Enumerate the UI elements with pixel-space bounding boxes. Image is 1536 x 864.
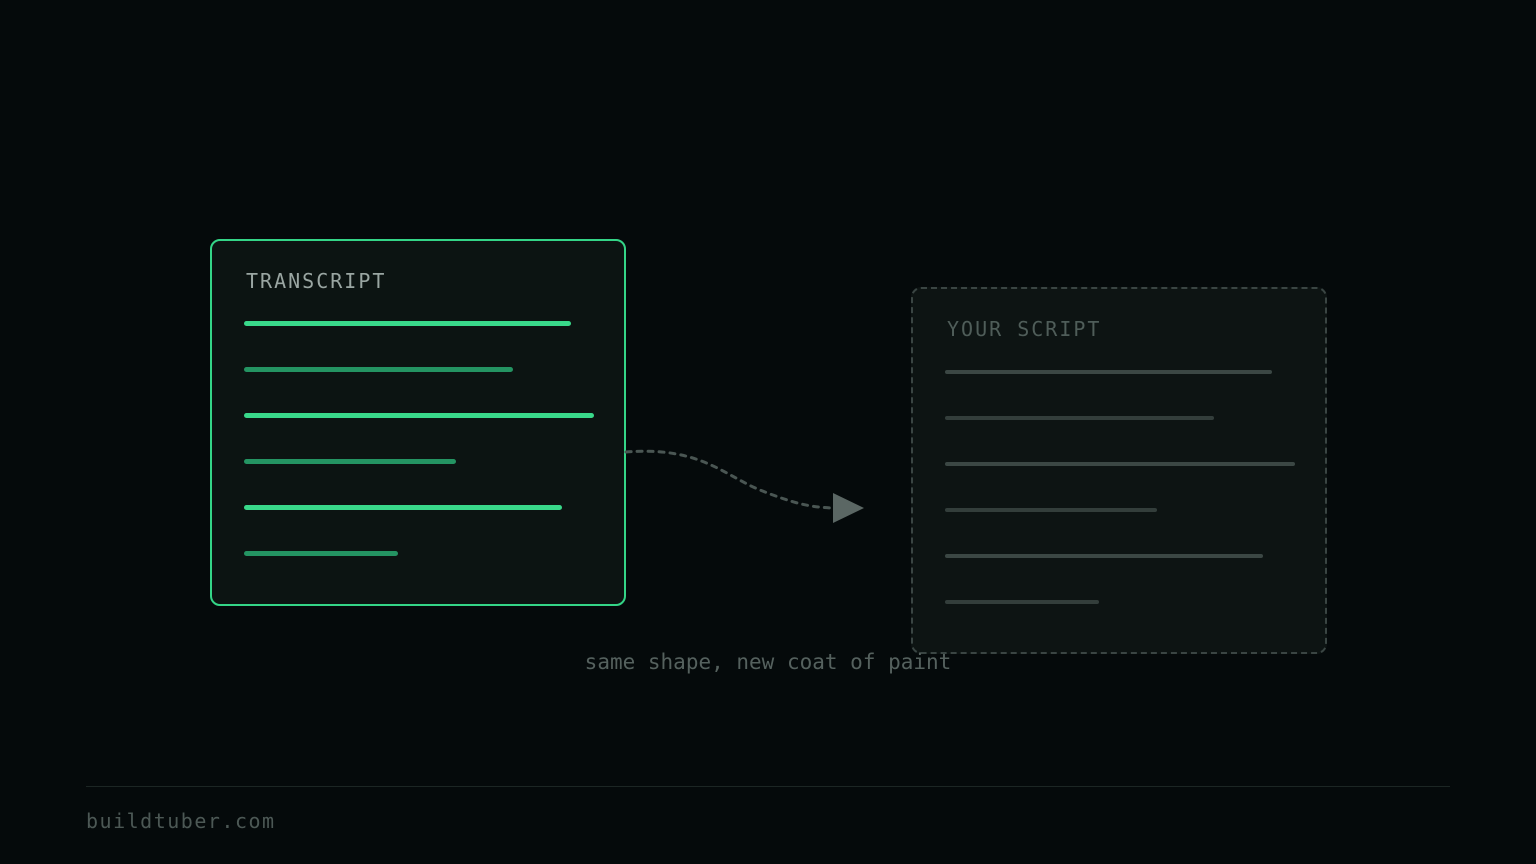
script-line <box>945 600 1099 604</box>
transcript-line <box>244 551 398 556</box>
script-line <box>945 416 1214 420</box>
script-line <box>945 554 1263 558</box>
footer-site-label: buildtuber.com <box>86 809 276 833</box>
footer-divider <box>86 786 1450 787</box>
dotted-connector-path <box>624 449 834 510</box>
your-script-title: YOUR SCRIPT <box>947 317 1102 341</box>
script-line <box>945 462 1295 466</box>
transcript-title: TRANSCRIPT <box>246 269 387 293</box>
transcript-line <box>244 321 571 326</box>
your-script-card: YOUR SCRIPT <box>911 287 1327 654</box>
transcript-line <box>244 367 513 372</box>
diagram-caption: same shape, new coat of paint <box>584 650 952 674</box>
arrowhead-icon <box>833 493 864 523</box>
transcript-card: TRANSCRIPT <box>210 239 626 606</box>
transcript-line <box>244 505 562 510</box>
transcript-line <box>244 413 594 418</box>
script-line <box>945 370 1272 374</box>
script-line <box>945 508 1157 512</box>
transcript-line <box>244 459 456 464</box>
